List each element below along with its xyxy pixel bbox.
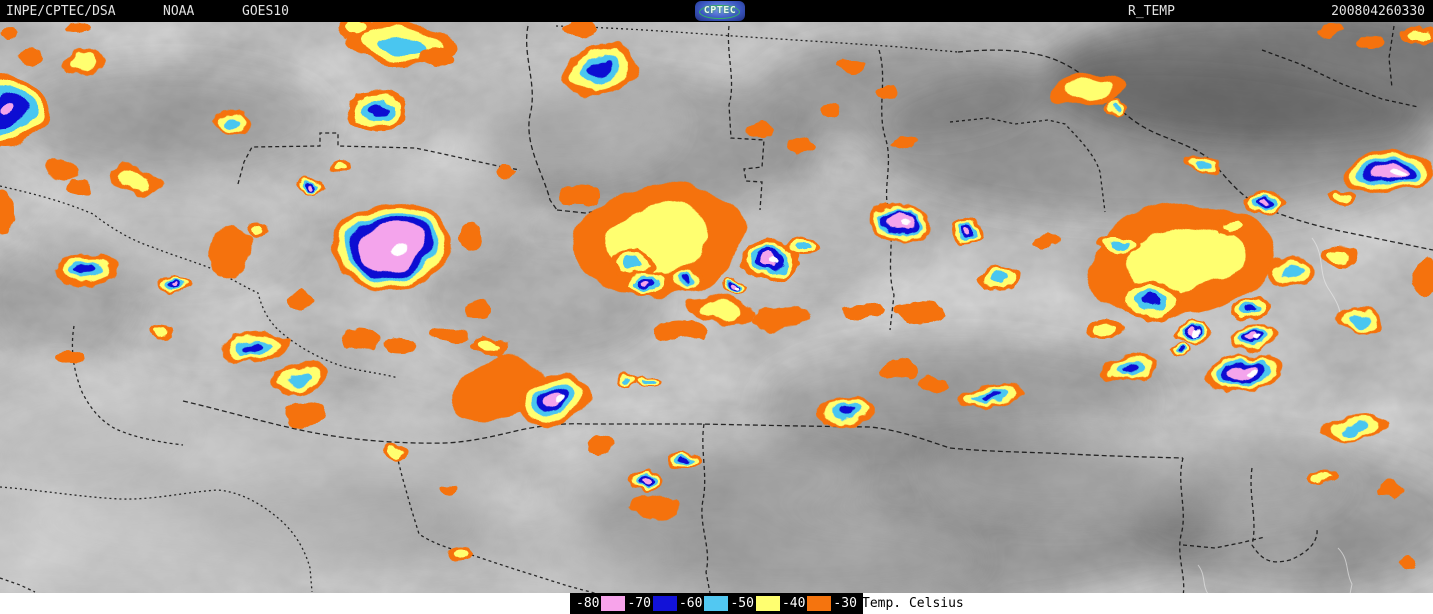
storm-cell	[1, 28, 19, 38]
storm-cell	[160, 274, 190, 292]
storm-cell	[836, 58, 864, 70]
storm-cell	[285, 403, 325, 427]
storm-cell	[348, 89, 408, 131]
storm-cell	[1356, 34, 1384, 50]
storm-cell	[1120, 280, 1180, 320]
storm-cell	[980, 266, 1020, 290]
storm-cell	[655, 320, 705, 340]
storm-cell	[1170, 343, 1194, 357]
storm-cell	[1031, 234, 1059, 250]
storm-cell	[1098, 233, 1142, 257]
timestamp-label: 200804260330	[1331, 4, 1425, 19]
storm-cell	[880, 360, 920, 380]
legend-color-swatch	[601, 596, 626, 611]
network-label: NOAA	[163, 4, 195, 19]
legend-title: Temp. Celsius	[862, 596, 964, 611]
storm-cell	[422, 48, 454, 66]
storm-cell	[918, 377, 946, 393]
storm-cell	[383, 445, 407, 459]
storm-cell	[1085, 320, 1125, 340]
storm-cell	[1243, 192, 1287, 214]
product-label: R_TEMP	[1128, 4, 1175, 19]
legend-temp-label: -30	[833, 596, 857, 611]
legend-temp-label: -50	[730, 596, 754, 611]
cptec-logo: CPTEC	[695, 1, 745, 21]
storm-cell	[1316, 24, 1344, 36]
storm-cell	[1308, 472, 1336, 484]
storm-cell	[623, 271, 667, 297]
storm-cell	[786, 236, 818, 256]
storm-cell	[948, 218, 982, 244]
storm-cell	[16, 48, 44, 64]
storm-cell	[586, 437, 614, 453]
storm-cell	[637, 376, 659, 388]
storm-cell	[384, 337, 416, 353]
storm-cell	[297, 178, 327, 194]
storm-cell	[820, 105, 840, 117]
agency-label: INPE/CPTEC/DSA	[6, 4, 116, 19]
storm-cell	[1328, 188, 1356, 204]
storm-cell	[842, 302, 882, 318]
storm-cell	[616, 373, 640, 387]
storm-cell	[244, 222, 268, 238]
storm-cell	[1175, 323, 1211, 343]
storm-cell	[432, 327, 468, 343]
satellite-map	[0, 0, 1433, 614]
storm-cell	[338, 330, 382, 350]
legend-color-swatch	[807, 596, 832, 611]
legend-temp-label: -70	[627, 596, 651, 611]
storm-cell	[627, 470, 663, 490]
storm-cell	[460, 222, 480, 250]
storm-cell	[56, 351, 84, 365]
storm-cell	[564, 20, 596, 36]
storm-cell	[893, 137, 917, 149]
storm-cell	[465, 301, 491, 319]
storm-cell	[874, 85, 898, 99]
storm-cell	[148, 324, 172, 336]
storm-cell	[495, 166, 515, 178]
legend-color-swatch	[755, 596, 780, 611]
logo-text: CPTEC	[703, 5, 737, 16]
storm-cell	[560, 186, 600, 206]
storm-cell	[1320, 246, 1360, 266]
storm-cell	[748, 123, 772, 137]
storm-cell	[446, 545, 474, 561]
storm-cell	[66, 22, 90, 34]
satellite-label: GOES10	[242, 4, 289, 19]
storm-cell	[328, 160, 352, 174]
storm-cell	[1105, 102, 1127, 114]
header-bar: INPE/CPTEC/DSA NOAA GOES10 CPTEC R_TEMP …	[0, 0, 1433, 22]
legend-temp-label: -80	[576, 596, 600, 611]
legend-temp-label: -60	[678, 596, 703, 611]
storm-cell	[470, 335, 510, 355]
storm-cell	[1230, 296, 1270, 320]
legend-scale: -80 -70 -60 -50 -40 -30	[570, 593, 863, 614]
storm-cell	[1398, 559, 1418, 571]
legend-color-swatch	[704, 596, 729, 611]
storm-cell	[67, 179, 93, 195]
storm-cell	[895, 302, 945, 322]
storm-cell	[668, 452, 698, 470]
storm-cell	[786, 138, 814, 154]
storm-cell	[440, 485, 456, 495]
storm-cell	[1216, 217, 1248, 235]
storm-cell	[1378, 481, 1402, 499]
legend-bar: -80 -70 -60 -50 -40 -30 Temp. Celsius	[0, 593, 1433, 614]
satellite-product: INPE/CPTEC/DSA NOAA GOES10 CPTEC R_TEMP …	[0, 0, 1433, 614]
legend-color-swatch	[652, 596, 677, 611]
legend-temp-label: -40	[781, 596, 806, 611]
storm-cell	[722, 279, 748, 295]
storm-cell	[288, 292, 316, 308]
